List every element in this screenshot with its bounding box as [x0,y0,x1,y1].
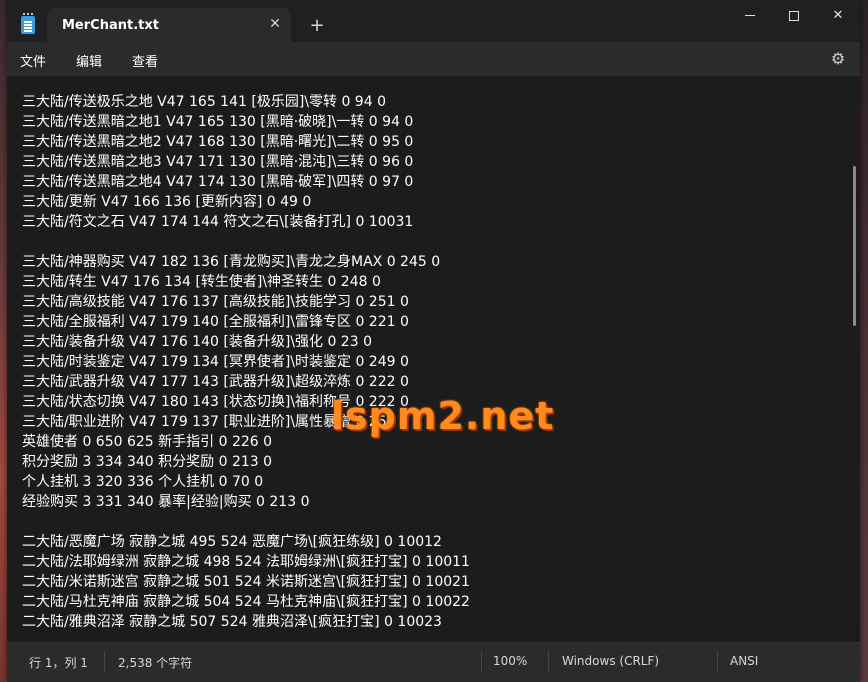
encoding[interactable]: ANSI [730,654,758,668]
cursor-position: 行 1，列 1 [29,656,88,670]
vertical-scrollbar[interactable] [853,166,856,326]
tab-close-icon[interactable]: ✕ [266,15,284,33]
maximize-button[interactable] [771,6,817,26]
editor-line: 三大陆/传送黑暗之地2 V47 168 130 [黑暗·曙光]\二转 0 95 … [22,134,414,150]
zoom-level[interactable]: 100% [493,654,527,668]
editor-line: 三大陆/装备升级 V47 176 140 [装备升级]\强化 0 23 0 [22,334,372,350]
minimize-button[interactable] [727,6,773,26]
menu-edit[interactable]: 编辑 [76,51,102,70]
close-window-button[interactable]: ✕ [815,6,861,26]
character-count: 2,538 个字符 [118,656,193,670]
notepad-app-icon [21,13,35,34]
maximize-icon [789,10,799,21]
editor-line: 三大陆/传送极乐之地 V47 165 141 [极乐园]\零转 0 94 0 [22,94,386,110]
editor-line: 二大陆/马杜克神庙 寂静之城 504 524 马杜克神庙\[疯狂打宝] 0 10… [22,594,470,610]
editor-line: 三大陆/全服福利 V47 179 140 [全服福利]\雷锋专区 0 221 0 [22,314,409,330]
editor-line: 三大陆/更新 V47 166 136 [更新内容] 0 49 0 [22,194,312,210]
title-bar[interactable]: MerChant.txt ✕ + ✕ [7,0,860,42]
editor-line: 三大陆/时装鉴定 V47 179 134 [冥界使者]\时装鉴定 0 249 0 [22,354,409,370]
editor-line: 三大陆/传送黑暗之地4 V47 174 130 [黑暗·破军]\四转 0 97 … [22,174,414,190]
menu-bar: 文件 编辑 查看 ⚙ [7,42,860,76]
text-editor[interactable]: 三大陆/传送极乐之地 V47 165 141 [极乐园]\零转 0 94 0 三大… [7,76,860,642]
status-divider [548,651,549,673]
editor-line: 三大陆/转生 V47 176 134 [转生使者]\神圣转生 0 248 0 [22,274,381,290]
editor-text-content[interactable]: 三大陆/传送极乐之地 V47 165 141 [极乐园]\零转 0 94 0 三大… [22,92,842,632]
editor-line: 三大陆/武器升级 V47 177 143 [武器升级]\超级淬炼 0 222 0 [22,374,409,390]
editor-line: 三大陆/符文之石 V47 174 144 符文之石\[装备打孔] 0 10031 [22,214,414,230]
editor-line: 二大陆/恶魔广场 寂静之城 495 524 恶魔广场\[疯狂练级] 0 1001… [22,534,442,550]
settings-gear-icon[interactable]: ⚙ [829,50,847,68]
editor-line: 三大陆/传送黑暗之地1 V47 165 130 [黑暗·破晓]\一转 0 94 … [22,114,414,130]
editor-line: 二大陆/雅典沼泽 寂静之城 507 524 雅典沼泽\[疯狂打宝] 0 1002… [22,614,442,630]
menu-file[interactable]: 文件 [20,51,46,70]
line-ending[interactable]: Windows (CRLF) [562,654,659,668]
status-divider [481,651,482,673]
editor-line: 积分奖励 3 334 340 积分奖励 0 213 0 [22,454,273,470]
watermark-logo: lspm2.net [331,394,555,438]
status-bar: 行 1，列 1 2,538 个字符 100% Windows (CRLF) AN… [7,642,860,682]
editor-line: 经验购买 3 331 340 暴率|经验|购买 0 213 0 [22,494,310,510]
close-icon: ✕ [832,8,844,23]
minimize-icon [745,15,755,16]
status-divider [104,651,105,673]
tab-merchant-txt[interactable]: MerChant.txt ✕ [47,8,291,42]
menu-view[interactable]: 查看 [132,51,158,70]
notepad-window: MerChant.txt ✕ + ✕ 文件 编辑 查看 ⚙ 三大陆/传送极乐之地… [7,0,860,682]
editor-line: 三大陆/神器购买 V47 182 136 [青龙购买]\青龙之身MAX 0 24… [22,254,441,270]
status-divider [717,651,718,673]
editor-line: 二大陆/法耶姆绿洲 寂静之城 498 524 法耶姆绿洲\[疯狂打宝] 0 10… [22,554,470,570]
editor-line: 二大陆/米诺斯迷宫 寂静之城 501 524 米诺斯迷宫\[疯狂打宝] 0 10… [22,574,470,590]
editor-line: 个人挂机 3 320 336 个人挂机 0 70 0 [22,474,264,490]
editor-line: 三大陆/传送黑暗之地3 V47 171 130 [黑暗·混沌]\三转 0 96 … [22,154,414,170]
editor-line: 三大陆/高级技能 V47 176 137 [高级技能]\技能学习 0 251 0 [22,294,409,310]
tab-title: MerChant.txt [62,18,159,33]
new-tab-plus-icon[interactable]: + [307,16,327,36]
